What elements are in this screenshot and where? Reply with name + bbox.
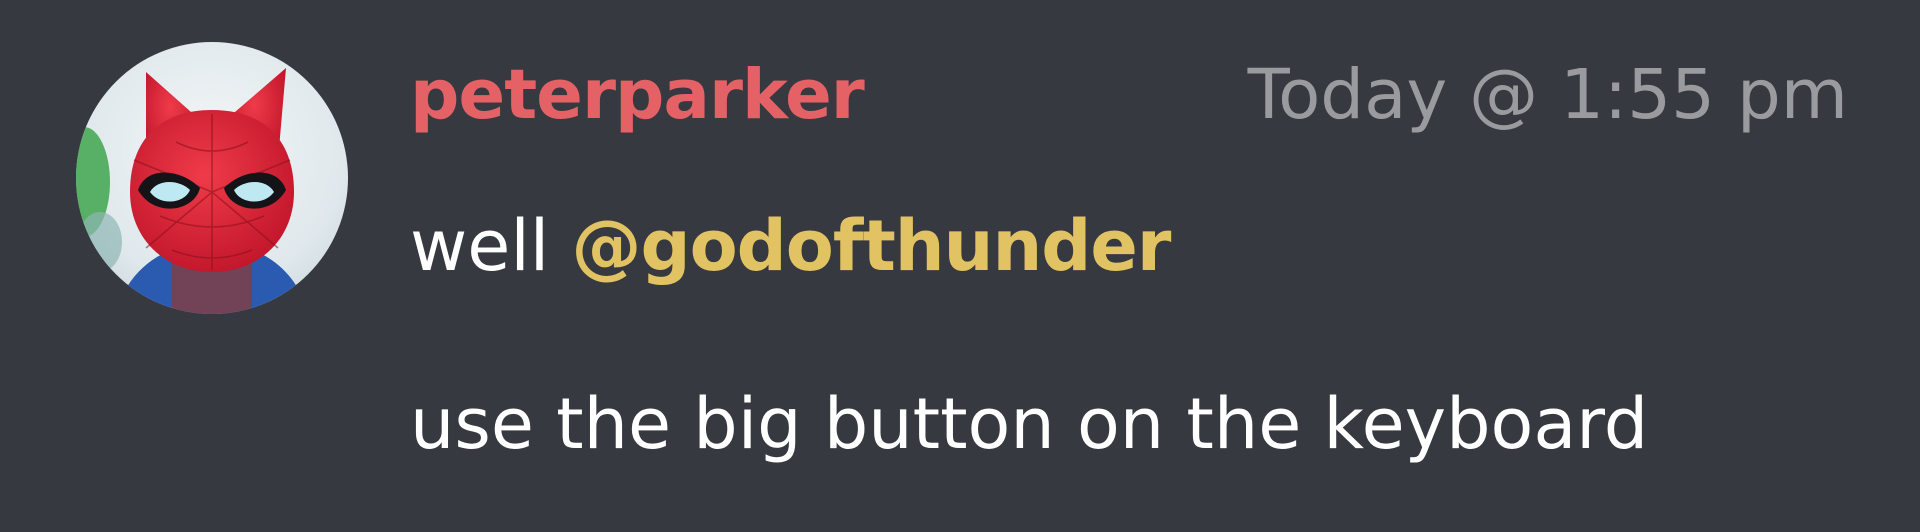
message-text-prefix: well [410,205,572,287]
message-timestamp: Today @ 1:55 pm [1247,55,1848,135]
message-line-2: use the big button on the keyboard [410,383,1649,465]
user-avatar[interactable] [76,42,348,314]
spider-cat-avatar-icon [76,42,348,314]
message-author[interactable]: peterparker [410,55,865,135]
chat-message: peterparker Today @ 1:55 pm well @godoft… [0,0,1920,532]
user-mention[interactable]: @godofthunder [571,205,1171,287]
message-line-1: well @godofthunder [410,205,1171,287]
